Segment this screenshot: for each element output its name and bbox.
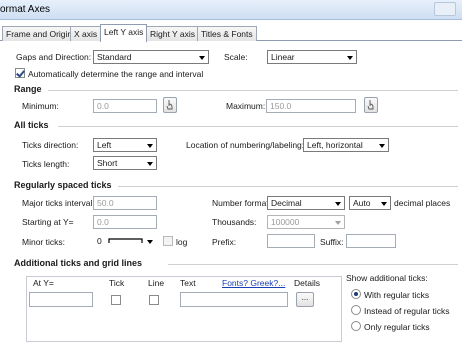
window-title: ormat Axes bbox=[0, 4, 51, 15]
thousands-value: 100000 bbox=[271, 217, 300, 227]
ticks-direction-label: Ticks direction: bbox=[22, 140, 79, 150]
chevron-down-icon bbox=[379, 144, 385, 148]
line-checkbox[interactable] bbox=[149, 295, 159, 305]
text-input[interactable] bbox=[180, 292, 288, 307]
ticks-length-select[interactable]: Short bbox=[93, 156, 157, 170]
close-button[interactable] bbox=[434, 2, 456, 16]
additional-ticks-table: At Y= Tick Line Text Fonts? Greek?... De… bbox=[26, 276, 342, 342]
minor-ticks-select[interactable]: 0 bbox=[93, 234, 157, 248]
auto-range-checkbox[interactable] bbox=[15, 68, 25, 78]
thousands-label: Thousands: bbox=[212, 217, 257, 227]
decimal-places-label: decimal places bbox=[394, 198, 451, 208]
label-location-select[interactable]: Left, horizontal bbox=[303, 138, 389, 152]
col-header-at-y: At Y= bbox=[33, 278, 54, 288]
ticks-length-label: Ticks length: bbox=[22, 159, 70, 169]
number-format-value: Decimal bbox=[271, 198, 302, 208]
show-additional-label: Show additional ticks: bbox=[346, 273, 428, 283]
title-bar: ormat Axes bbox=[0, 0, 462, 20]
number-format-label: Number format: bbox=[212, 198, 272, 208]
gaps-direction-value: Standard bbox=[97, 52, 132, 62]
log-checkbox[interactable] bbox=[163, 236, 173, 246]
col-header-text: Text bbox=[180, 278, 196, 288]
scale-value: Linear bbox=[271, 52, 295, 62]
label-location-label: Location of numbering/labeling: bbox=[186, 140, 305, 150]
range-divider bbox=[48, 90, 458, 91]
chevron-down-icon bbox=[335, 202, 341, 206]
starting-at-label: Starting at Y= bbox=[22, 217, 74, 227]
radio-with-regular-ticks-label: With regular ticks bbox=[364, 290, 430, 300]
suffix-label: Suffix: bbox=[320, 237, 344, 247]
major-interval-input[interactable]: 50.0 bbox=[93, 196, 157, 210]
tab-frame-and-origin[interactable]: Frame and Origin bbox=[2, 26, 77, 41]
number-format-select[interactable]: Decimal bbox=[267, 196, 345, 210]
tick-preview-icon bbox=[108, 238, 143, 243]
tab-x-axis[interactable]: X axis bbox=[70, 26, 102, 41]
gaps-direction-select[interactable]: Standard bbox=[93, 50, 209, 64]
tab-left-y-axis[interactable]: Left Y axis bbox=[100, 24, 148, 42]
radio-with-regular-ticks[interactable] bbox=[351, 289, 361, 299]
tab-right-y-axis[interactable]: Right Y axis bbox=[146, 26, 200, 41]
minimum-label: Minimum: bbox=[22, 101, 59, 111]
range-heading: Range bbox=[14, 84, 42, 94]
regular-ticks-divider bbox=[118, 186, 458, 187]
regular-ticks-heading: Regularly spaced ticks bbox=[14, 180, 112, 190]
log-label: log bbox=[176, 237, 188, 247]
tab-titles-and-fonts[interactable]: Titles & Fonts bbox=[197, 26, 257, 41]
radio-instead-of-regular-ticks-label: Instead of regular ticks bbox=[364, 306, 450, 316]
col-header-line: Line bbox=[148, 278, 165, 288]
chevron-down-icon bbox=[147, 240, 153, 244]
hand-pointer-icon bbox=[166, 100, 173, 110]
chevron-down-icon bbox=[381, 202, 387, 206]
minor-ticks-value: 0 bbox=[97, 236, 102, 246]
maximum-picker-button[interactable] bbox=[364, 97, 378, 113]
chevron-down-icon bbox=[147, 144, 153, 148]
auto-range-label: Automatically determine the range and in… bbox=[28, 69, 204, 79]
maximum-input[interactable]: 150.0 bbox=[266, 99, 356, 113]
gaps-direction-label: Gaps and Direction: bbox=[16, 52, 92, 62]
tab-strip: Frame and Origin X axis Left Y axis Righ… bbox=[0, 24, 462, 42]
details-button[interactable]: ... bbox=[296, 292, 314, 307]
thousands-select[interactable]: 100000 bbox=[267, 215, 345, 229]
decimal-places-select[interactable]: Auto bbox=[349, 196, 391, 210]
chevron-down-icon bbox=[335, 221, 341, 225]
maximum-label: Maximum: bbox=[226, 101, 266, 111]
chevron-down-icon bbox=[347, 56, 353, 60]
decimal-places-value: Auto bbox=[353, 198, 371, 208]
chevron-down-icon bbox=[147, 162, 153, 166]
scale-label: Scale: bbox=[224, 52, 248, 62]
scale-select[interactable]: Linear bbox=[267, 50, 357, 64]
suffix-input[interactable] bbox=[346, 234, 396, 248]
chevron-down-icon bbox=[199, 56, 205, 60]
ticks-direction-select[interactable]: Left bbox=[93, 138, 157, 152]
fonts-greek-link[interactable]: Fonts? Greek?... bbox=[222, 278, 285, 288]
prefix-label: Prefix: bbox=[212, 237, 237, 247]
starting-at-input[interactable]: 0.0 bbox=[93, 215, 157, 229]
radio-only-regular-ticks[interactable] bbox=[351, 321, 361, 331]
all-ticks-divider bbox=[58, 126, 458, 127]
minor-ticks-label: Minor ticks: bbox=[22, 237, 65, 247]
ticks-direction-value: Left bbox=[97, 140, 112, 150]
radio-instead-of-regular-ticks[interactable] bbox=[351, 305, 361, 315]
radio-only-regular-ticks-label: Only regular ticks bbox=[364, 322, 430, 332]
minimum-input[interactable]: 0.0 bbox=[93, 99, 157, 113]
minimum-picker-button[interactable] bbox=[163, 97, 177, 113]
col-header-details: Details bbox=[294, 278, 320, 288]
ticks-length-value: Short bbox=[97, 158, 118, 168]
additional-ticks-divider bbox=[168, 264, 458, 265]
all-ticks-heading: All ticks bbox=[14, 120, 49, 130]
tick-checkbox[interactable] bbox=[111, 295, 121, 305]
additional-ticks-heading: Additional ticks and grid lines bbox=[14, 258, 143, 268]
at-y-input[interactable] bbox=[29, 292, 93, 307]
col-header-tick: Tick bbox=[109, 278, 125, 288]
hand-pointer-icon bbox=[367, 100, 374, 110]
prefix-input[interactable] bbox=[267, 234, 315, 248]
major-interval-label: Major ticks interval: bbox=[22, 198, 95, 208]
label-location-value: Left, horizontal bbox=[307, 140, 363, 150]
